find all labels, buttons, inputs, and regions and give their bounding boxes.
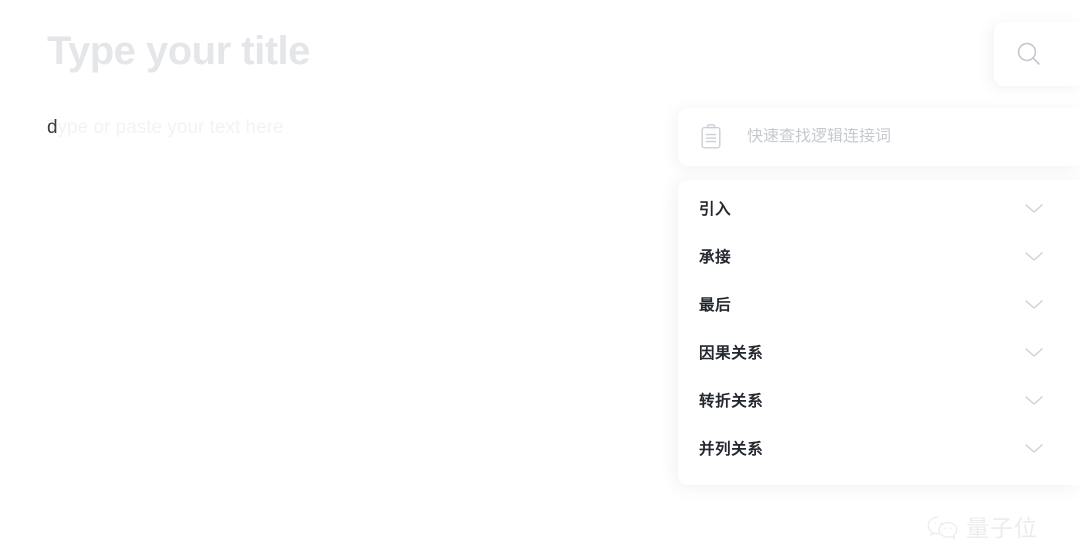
logic-search-input[interactable] <box>747 128 1047 146</box>
search-toggle-button[interactable] <box>994 22 1080 86</box>
logic-category-label: 因果关系 <box>699 345 764 362</box>
watermark: 量子位 <box>926 514 1038 542</box>
clipboard-icon <box>697 123 725 151</box>
logic-category-row[interactable]: 承接 <box>678 232 1080 280</box>
body-typed-text: d <box>47 117 58 138</box>
body-placeholder: Type or paste your text here <box>47 117 284 138</box>
logic-category-label: 承接 <box>699 249 732 266</box>
logic-category-label: 转折关系 <box>699 393 764 410</box>
logic-category-list: 引入 承接 最后 因果关系 转折关系 并列关系 <box>678 180 1080 485</box>
logic-connectives-panel: 引入 承接 最后 因果关系 <box>678 100 1080 492</box>
logic-category-label: 并列关系 <box>699 441 764 458</box>
logic-category-label: 最后 <box>699 297 732 314</box>
panel-search-bar[interactable] <box>678 108 1080 166</box>
logic-category-row[interactable]: 引入 <box>678 184 1080 232</box>
watermark-text: 量子位 <box>966 515 1038 541</box>
search-icon <box>1014 39 1044 69</box>
logic-category-row[interactable]: 并列关系 <box>678 424 1080 472</box>
logic-category-label: 引入 <box>699 201 732 218</box>
logic-category-row[interactable]: 转折关系 <box>678 376 1080 424</box>
title-placeholder[interactable]: Type your title <box>47 25 310 77</box>
logic-category-row[interactable]: 最后 <box>678 280 1080 328</box>
wechat-logo-icon <box>926 514 960 542</box>
logic-category-row[interactable]: 因果关系 <box>678 328 1080 376</box>
